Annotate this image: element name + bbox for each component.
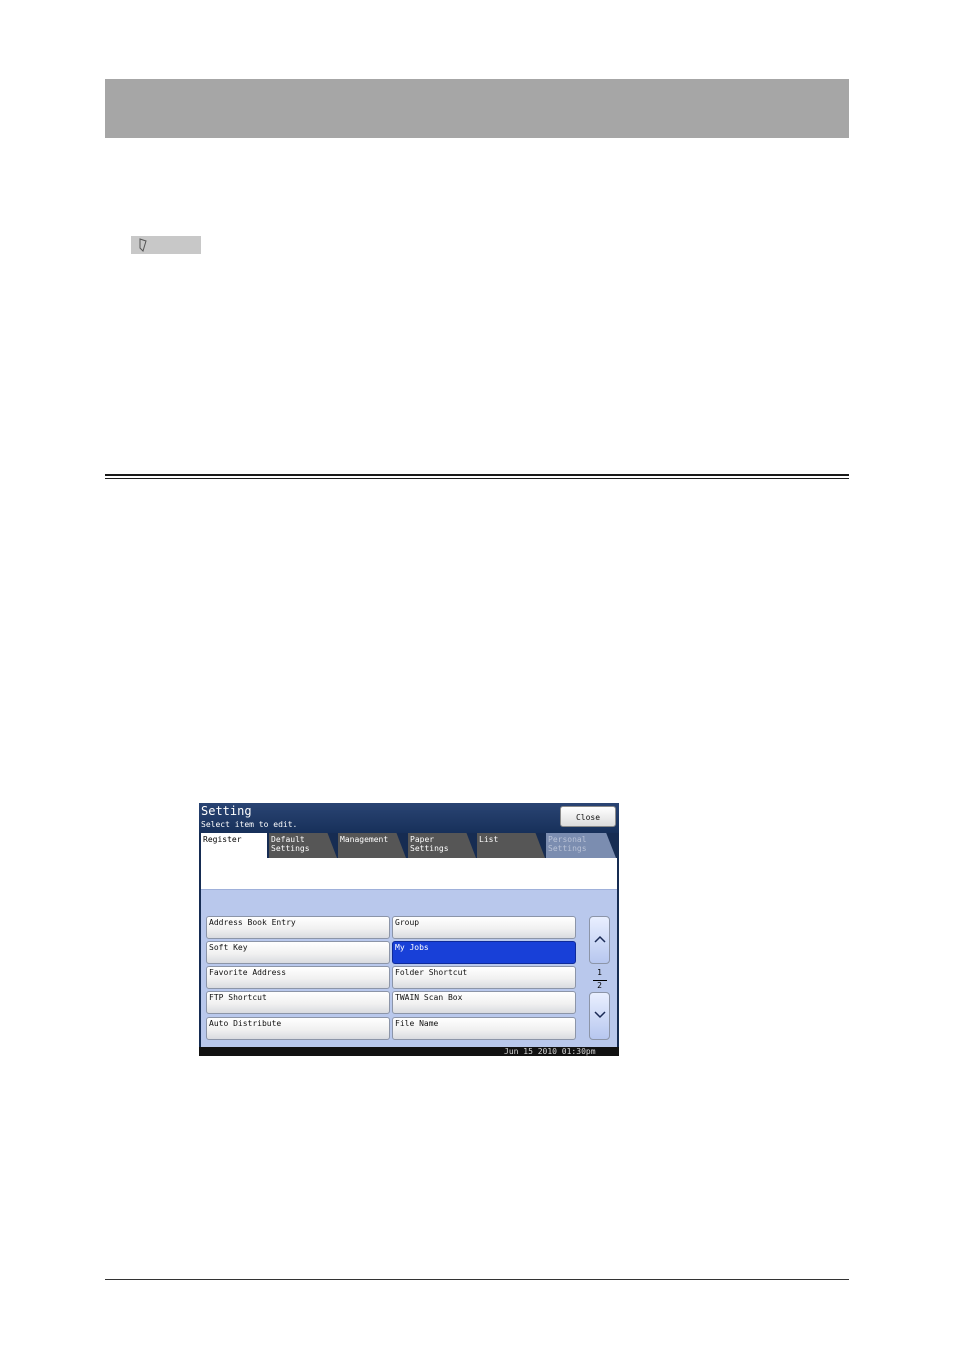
message-area (201, 858, 617, 890)
screen-subtitle: Select item to edit. (201, 820, 298, 829)
footer-rule (105, 1279, 849, 1280)
group-button[interactable]: Group (392, 916, 576, 939)
chapter-header-band (105, 79, 849, 138)
tab-personal-settings: Personal Settings (546, 833, 616, 858)
title-bar: Setting Select item to edit. Close (199, 803, 619, 833)
tab-default-settings[interactable]: Default Settings (269, 833, 337, 858)
datetime-display: Jun 15 2010 01:30pm (504, 1047, 596, 1056)
screen-title: Setting (201, 804, 252, 818)
my-jobs-button[interactable]: My Jobs (392, 941, 576, 964)
section-rule (105, 474, 849, 476)
chevron-up-icon (594, 935, 606, 943)
soft-key-button[interactable]: Soft Key (206, 941, 390, 964)
folder-shortcut-button[interactable]: Folder Shortcut (392, 966, 576, 989)
tab-list[interactable]: List (477, 833, 545, 858)
auto-distribute-button[interactable]: Auto Distribute (206, 1017, 390, 1040)
device-screen: Setting Select item to edit. Close Regis… (199, 803, 619, 1056)
page-total: 2 (597, 981, 602, 990)
note-tag (131, 236, 201, 254)
ftp-shortcut-button[interactable]: FTP Shortcut (206, 991, 390, 1014)
favorite-address-button[interactable]: Favorite Address (206, 966, 390, 989)
scroll-up-button[interactable] (589, 916, 610, 964)
close-button[interactable]: Close (560, 806, 616, 827)
scroll-down-button[interactable] (589, 992, 610, 1040)
status-bar: Jun 15 2010 01:30pm (199, 1047, 619, 1056)
tab-management[interactable]: Management (338, 833, 406, 858)
twain-scan-box-button[interactable]: TWAIN Scan Box (392, 991, 576, 1014)
tab-register[interactable]: Register (201, 833, 267, 861)
content-panel: Address Book Entry Soft Key Favorite Add… (201, 858, 617, 1052)
page-current: 1 (597, 968, 602, 977)
tab-paper-settings[interactable]: Paper Settings (408, 833, 476, 858)
file-name-button[interactable]: File Name (392, 1017, 576, 1040)
section-rule-thin (105, 478, 849, 479)
pencil-icon (139, 238, 147, 252)
chevron-down-icon (594, 1011, 606, 1019)
address-book-entry-button[interactable]: Address Book Entry (206, 916, 390, 939)
